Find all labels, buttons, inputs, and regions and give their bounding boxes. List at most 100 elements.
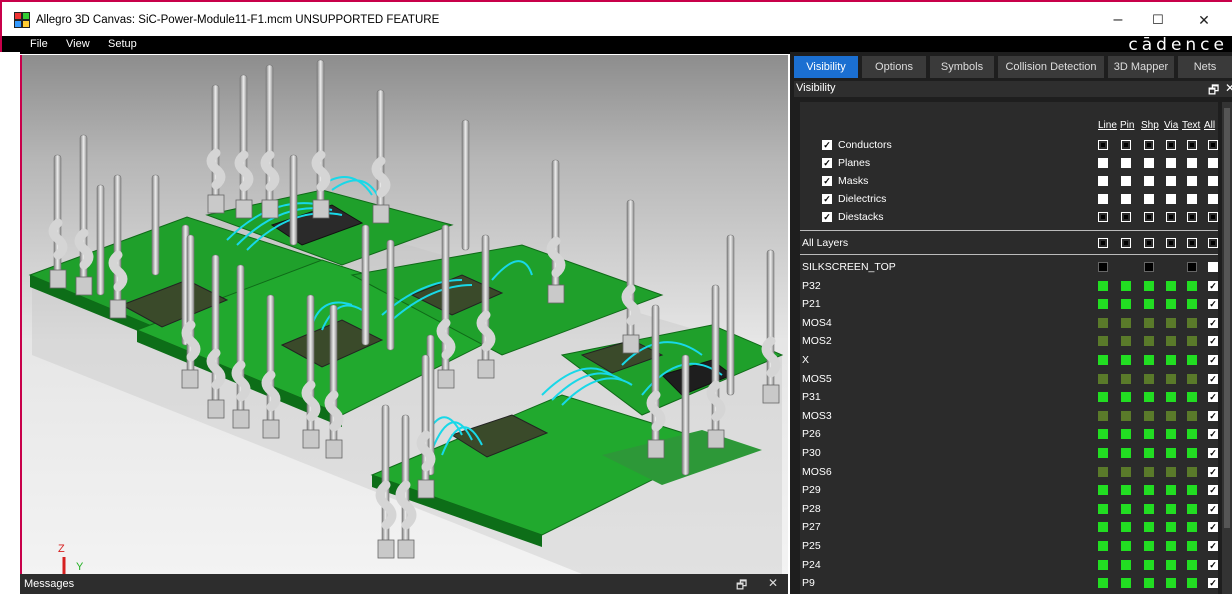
menu-setup[interactable]: Setup (108, 38, 137, 50)
layer-color-toggle[interactable] (1121, 522, 1131, 533)
category-toggle[interactable] (1166, 140, 1176, 150)
layer-color-toggle[interactable] (1166, 522, 1176, 533)
category-toggle[interactable] (1208, 176, 1218, 186)
category-toggle[interactable] (1098, 194, 1108, 204)
layer-color-toggle[interactable] (1098, 522, 1108, 533)
category-toggle[interactable] (1187, 176, 1197, 186)
messages-float-icon[interactable]: 🗗 (736, 576, 747, 594)
layer-color-toggle[interactable] (1098, 262, 1108, 272)
tab-visibility[interactable]: Visibility (794, 56, 858, 78)
panel-close-icon[interactable]: ✕ (1225, 81, 1232, 95)
layer-color-toggle[interactable] (1166, 485, 1176, 496)
layer-color-toggle[interactable] (1121, 373, 1131, 384)
layer-color-toggle[interactable] (1121, 578, 1131, 589)
layer-color-toggle[interactable] (1121, 280, 1131, 291)
layer-color-toggle[interactable] (1098, 299, 1108, 310)
tab-3d-mapper[interactable]: 3D Mapper (1108, 56, 1174, 78)
layer-all-checkbox[interactable]: ✓ (1208, 280, 1218, 291)
category-toggle[interactable] (1187, 140, 1197, 150)
layer-color-toggle[interactable] (1144, 299, 1154, 310)
layer-color-toggle[interactable] (1121, 559, 1131, 570)
layer-all-checkbox[interactable]: ✓ (1208, 299, 1218, 310)
layer-color-toggle[interactable] (1098, 541, 1108, 551)
category-toggle[interactable] (1121, 158, 1131, 168)
layer-color-toggle[interactable] (1144, 503, 1154, 514)
layer-color-toggle[interactable] (1144, 280, 1154, 291)
layer-color-toggle[interactable] (1166, 541, 1176, 551)
layer-all-checkbox[interactable]: ✓ (1208, 317, 1218, 328)
layer-color-toggle[interactable] (1166, 299, 1176, 310)
layer-color-toggle[interactable] (1166, 410, 1176, 421)
layer-color-toggle[interactable] (1121, 410, 1131, 421)
tab-nets[interactable]: Nets (1178, 56, 1232, 78)
layer-color-toggle[interactable] (1121, 392, 1131, 403)
layer-color-toggle[interactable] (1098, 373, 1108, 384)
tab-options[interactable]: Options (862, 56, 926, 78)
layer-color-toggle[interactable] (1144, 522, 1154, 533)
layer-all-checkbox[interactable]: ✓ (1208, 410, 1218, 421)
layer-color-toggle[interactable] (1144, 466, 1154, 477)
layer-color-toggle[interactable] (1187, 448, 1197, 458)
layer-color-toggle[interactable] (1166, 503, 1176, 514)
category-checkbox[interactable]: ✓ (822, 212, 832, 222)
category-toggle[interactable] (1208, 194, 1218, 204)
layer-color-toggle[interactable] (1098, 317, 1108, 328)
layer-color-toggle[interactable] (1121, 541, 1131, 551)
layer-all-checkbox[interactable]: ✓ (1208, 429, 1218, 440)
layer-color-toggle[interactable] (1166, 355, 1176, 365)
layer-color-toggle[interactable] (1187, 392, 1197, 403)
all-layers-toggle[interactable] (1098, 238, 1108, 248)
layer-all-checkbox[interactable]: ✓ (1208, 466, 1218, 477)
layer-color-toggle[interactable] (1187, 317, 1197, 328)
layer-color-toggle[interactable] (1098, 336, 1108, 347)
layer-all-checkbox[interactable]: ✓ (1208, 336, 1218, 347)
all-layers-toggle[interactable] (1208, 238, 1218, 248)
category-toggle[interactable] (1144, 194, 1154, 204)
layer-color-toggle[interactable] (1144, 541, 1154, 551)
layer-color-toggle[interactable] (1121, 466, 1131, 477)
category-toggle[interactable] (1121, 140, 1131, 150)
category-toggle[interactable] (1166, 194, 1176, 204)
layer-color-toggle[interactable] (1166, 578, 1176, 589)
layer-color-toggle[interactable] (1144, 262, 1154, 272)
layer-all-checkbox[interactable]: ✓ (1208, 448, 1218, 458)
layer-color-toggle[interactable] (1098, 355, 1108, 365)
layer-color-toggle[interactable] (1166, 336, 1176, 347)
layer-color-toggle[interactable] (1166, 280, 1176, 291)
layer-all-checkbox[interactable]: ✓ (1208, 392, 1218, 403)
category-toggle[interactable] (1208, 212, 1218, 222)
category-toggle[interactable] (1187, 212, 1197, 222)
panel-float-icon[interactable]: 🗗 (1208, 81, 1219, 102)
category-checkbox[interactable]: ✓ (822, 158, 832, 168)
category-toggle[interactable] (1121, 194, 1131, 204)
layer-color-toggle[interactable] (1098, 485, 1108, 496)
category-toggle[interactable] (1144, 176, 1154, 186)
layer-color-toggle[interactable] (1121, 503, 1131, 514)
category-toggle[interactable] (1098, 176, 1108, 186)
layer-color-toggle[interactable] (1166, 429, 1176, 440)
category-toggle[interactable] (1098, 140, 1108, 150)
layer-color-toggle[interactable] (1098, 503, 1108, 514)
category-toggle[interactable] (1166, 176, 1176, 186)
category-toggle[interactable] (1144, 212, 1154, 222)
category-toggle[interactable] (1098, 212, 1108, 222)
layer-color-toggle[interactable] (1187, 541, 1197, 551)
layer-color-toggle[interactable] (1121, 299, 1131, 310)
close-button[interactable]: ✕ (1184, 8, 1224, 32)
panel-scrollbar[interactable] (1222, 102, 1232, 594)
all-layers-toggle[interactable] (1121, 238, 1131, 248)
layer-color-toggle[interactable] (1187, 410, 1197, 421)
layer-all-checkbox[interactable]: ✓ (1208, 373, 1218, 384)
layer-color-toggle[interactable] (1187, 522, 1197, 533)
3d-canvas-viewport[interactable]: Z Y X (20, 55, 788, 574)
layer-color-toggle[interactable] (1187, 299, 1197, 310)
layer-color-toggle[interactable] (1166, 317, 1176, 328)
layer-color-toggle[interactable] (1166, 448, 1176, 458)
layer-color-toggle[interactable] (1144, 373, 1154, 384)
layer-color-toggle[interactable] (1187, 466, 1197, 477)
maximize-button[interactable]: ☐ (1138, 8, 1178, 32)
category-checkbox[interactable]: ✓ (822, 176, 832, 186)
layer-all-checkbox[interactable] (1208, 262, 1218, 272)
layer-color-toggle[interactable] (1187, 280, 1197, 291)
layer-all-checkbox[interactable]: ✓ (1208, 578, 1218, 589)
